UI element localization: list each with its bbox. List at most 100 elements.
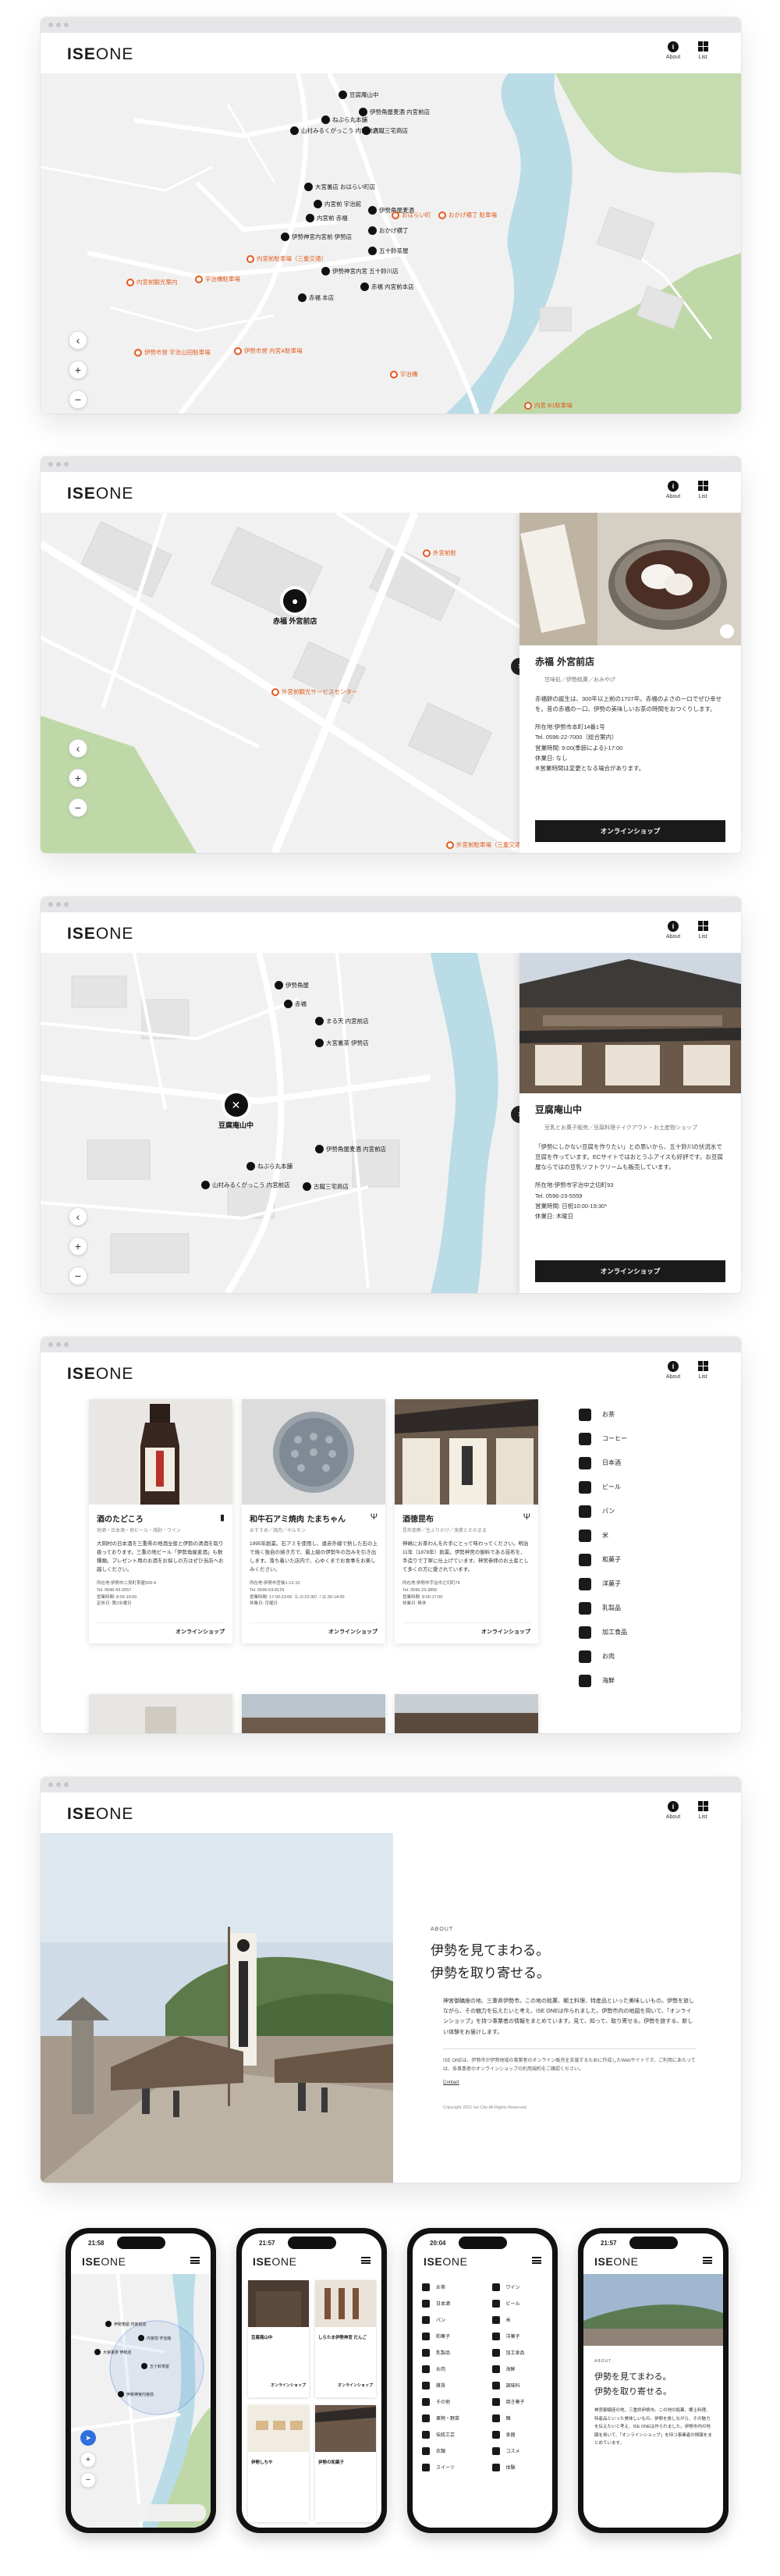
shop-card[interactable]: 伊勢しちや: [248, 2405, 309, 2522]
shop-card-link[interactable]: オンラインショップ: [402, 1622, 530, 1636]
map-pin[interactable]: 伊勢角屋麦酒 内宮前店: [359, 108, 430, 116]
map-pin[interactable]: 赤福 内宮前本店: [360, 282, 414, 291]
map-pin-parking[interactable]: 外宮前駐車場（三重交通）: [446, 840, 526, 849]
phone-map-canvas[interactable]: 伊勢角屋 内宮前店 内宮前 宇治館 大宮裏茶 伊勢店 五十鈴茶屋 伊勢神宮内宮前…: [71, 2274, 211, 2528]
category-item[interactable]: 海鮮: [483, 2361, 553, 2377]
logo[interactable]: ISEONE: [424, 2255, 468, 2268]
category-item[interactable]: その他: [413, 2393, 483, 2410]
category-item[interactable]: コスメ: [483, 2443, 553, 2459]
category-item[interactable]: ワイン: [483, 2279, 553, 2295]
category-item[interactable]: 和菓子: [413, 2328, 483, 2344]
map-pin[interactable]: 大宮裏茶 伊勢店: [315, 1039, 369, 1047]
zoom-in-button[interactable]: +: [69, 769, 87, 787]
category-item[interactable]: 洋菓子: [483, 2328, 553, 2344]
menu-icon[interactable]: [532, 2257, 541, 2264]
map-pin[interactable]: 内宮前 宇治館: [138, 2335, 171, 2341]
list-button[interactable]: List: [691, 481, 714, 499]
map-pin[interactable]: 五十鈴茶屋: [141, 2363, 169, 2369]
zoom-in-button[interactable]: +: [69, 361, 87, 379]
category-item[interactable]: ビール: [579, 1475, 735, 1499]
category-item[interactable]: 果物・野菜: [413, 2410, 483, 2426]
category-item[interactable]: 乳製品: [413, 2344, 483, 2361]
map-pin[interactable]: 五十鈴茶屋: [368, 247, 409, 255]
shop-card[interactable]: [242, 1694, 385, 1733]
about-button[interactable]: i About: [661, 481, 685, 499]
shop-card[interactable]: しらたま伊勢神宮 だんご オンラインショップ: [315, 2280, 376, 2397]
shop-card[interactable]: Ψ 和牛石アミ焼肉 たまちゃん おすすめ／焼肉／ホルモン 1995年創業。石アミ…: [242, 1399, 385, 1643]
zoom-out-button[interactable]: −: [69, 390, 87, 409]
map-pin-parking[interactable]: おかげ横丁 駐車場: [438, 211, 497, 219]
logo[interactable]: ISEONE: [67, 1365, 133, 1384]
category-item[interactable]: 米: [483, 2311, 553, 2328]
category-item[interactable]: 加工食品: [483, 2344, 553, 2361]
shop-card[interactable]: ▮ 酒のたどころ 地酒・日本酒・地ビール・焼酎・ワイン 大岡村の日本酒を三重県の…: [89, 1399, 232, 1643]
category-item[interactable]: 麺: [483, 2410, 553, 2426]
map-pin[interactable]: 内宮前 赤福: [306, 214, 348, 222]
map-pin-parking[interactable]: 外宮前観光サービスセンター: [271, 688, 358, 696]
category-item[interactable]: お肉: [413, 2361, 483, 2377]
locate-button[interactable]: ➤: [80, 2430, 96, 2446]
about-button[interactable]: i About: [661, 41, 685, 60]
menu-icon[interactable]: [361, 2257, 370, 2264]
category-item[interactable]: ビール: [483, 2295, 553, 2311]
map-back-button[interactable]: ‹: [69, 331, 87, 350]
category-item[interactable]: 日本酒: [579, 1451, 735, 1475]
menu-icon[interactable]: [703, 2257, 712, 2264]
map-pin-parking[interactable]: 内宮前駐車場（三重交通）: [246, 254, 327, 263]
map-pin[interactable]: 伊勢角屋: [275, 981, 309, 990]
category-item[interactable]: コーヒー: [579, 1427, 735, 1451]
about-button[interactable]: i About: [661, 1361, 685, 1380]
category-item[interactable]: 調味料: [483, 2377, 553, 2393]
logo[interactable]: ISEONE: [67, 485, 133, 503]
list-button[interactable]: List: [691, 1361, 714, 1380]
category-item[interactable]: 食器: [483, 2426, 553, 2443]
shop-card[interactable]: [89, 1694, 232, 1733]
about-button[interactable]: i About: [661, 921, 685, 940]
map-pin[interactable]: ねぶら丸本舗: [321, 115, 367, 124]
shop-card[interactable]: Ψ 酒徳昆布 昆布佃煮／生ふりかけ／漁業とそのまま 伸嶋にお茶わんを片手にとって…: [395, 1399, 538, 1643]
menu-icon[interactable]: [190, 2257, 200, 2264]
category-item[interactable]: パン: [413, 2311, 483, 2328]
map-pin-selected[interactable]: ● 赤福 外宮前店: [273, 589, 317, 626]
category-item[interactable]: 雑貨: [413, 2377, 483, 2393]
category-item[interactable]: 海鮮: [579, 1668, 735, 1693]
map-pin[interactable]: ねぶら丸本舗: [246, 1162, 292, 1171]
contact-link[interactable]: Contact: [443, 2080, 696, 2085]
zoom-in-button[interactable]: +: [80, 2452, 96, 2468]
category-item[interactable]: 乳製品: [579, 1596, 735, 1620]
logo[interactable]: ISEONE: [253, 2255, 297, 2268]
category-item[interactable]: 体験: [483, 2459, 553, 2475]
map-pin[interactable]: 古蹴三宅商店: [362, 126, 408, 135]
zoom-out-button[interactable]: −: [80, 2472, 96, 2488]
map-pin[interactable]: 大宮裏茶 伊勢店: [94, 2349, 131, 2355]
map-pin[interactable]: まる天 内宮前店: [315, 1017, 369, 1025]
logo[interactable]: ISEONE: [82, 2255, 126, 2268]
logo[interactable]: ISEONE: [67, 1805, 133, 1824]
map-pin-parking[interactable]: 内宮前観光案内: [126, 278, 178, 286]
category-item[interactable]: 米: [579, 1523, 735, 1547]
map-canvas[interactable]: 伊勢角屋 赤福 まる天 内宮前店 大宮裏茶 伊勢店 ✕ 豆腐庵山中 伊勢角屋麦酒 …: [41, 953, 741, 1293]
map-pin-parking[interactable]: 伊勢市営 宇治山田駐車場: [134, 348, 211, 357]
map-pin[interactable]: 伊勢神宮内宮 五十鈴川店: [321, 267, 399, 275]
map-pin[interactable]: 伊勢神宮内宮前: [118, 2391, 154, 2397]
map-pin-parking[interactable]: おはらい町: [392, 211, 431, 219]
category-item[interactable]: 和菓子: [579, 1547, 735, 1572]
map-back-button[interactable]: ‹: [69, 1207, 87, 1226]
shop-card[interactable]: 伊勢の和菓子: [315, 2405, 376, 2522]
category-item[interactable]: パン: [579, 1499, 735, 1523]
shop-card-link[interactable]: オンラインショップ: [97, 1622, 225, 1636]
map-pin[interactable]: 古蹴三宅商店: [303, 1182, 349, 1191]
category-item[interactable]: スイーツ: [413, 2459, 483, 2475]
shop-card[interactable]: 豆腐庵山中 オンラインショップ: [248, 2280, 309, 2397]
category-item[interactable]: お茶: [579, 1402, 735, 1427]
map-pin[interactable]: 豆腐庵山中: [339, 91, 379, 99]
category-item[interactable]: 洋菓子: [579, 1572, 735, 1596]
map-canvas[interactable]: 豆腐庵山中 伊勢角屋麦酒 内宮前店 ねぶら丸本舗 山村みるくがっこう 内宮前店 …: [41, 73, 741, 414]
map-pin-parking[interactable]: 宇治橋駐車場: [195, 275, 240, 283]
zoom-out-button[interactable]: −: [69, 798, 87, 817]
map-pin-parking[interactable]: 伊勢市営 内宮A駐車場: [234, 346, 303, 355]
zoom-in-button[interactable]: +: [69, 1237, 87, 1256]
map-pin[interactable]: 内宮前 宇治館: [314, 200, 361, 208]
logo[interactable]: ISEONE: [67, 45, 133, 64]
category-item[interactable]: 日本酒: [413, 2295, 483, 2311]
